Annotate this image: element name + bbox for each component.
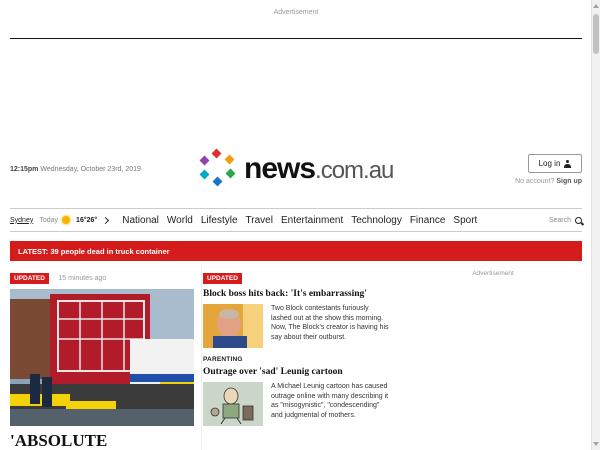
- breaking-news-banner[interactable]: LATEST: 39 people dead in truck containe…: [10, 241, 582, 261]
- logo-brand: news: [244, 152, 316, 185]
- scrollbar-thumb[interactable]: [593, 14, 599, 54]
- nav-item-national[interactable]: National: [122, 215, 159, 226]
- hero-story[interactable]: UPDATED 15 minutes ago 'ABSOLUTE TRAGEDY…: [10, 267, 194, 450]
- section-kicker[interactable]: PARENTING: [203, 356, 391, 363]
- cartoon-illustration: [203, 382, 263, 426]
- story-summary: Two Block contestants furiously lashed o…: [271, 305, 389, 341]
- top-ad-label: Advertisement: [273, 9, 319, 16]
- nav-item-finance[interactable]: Finance: [410, 215, 446, 226]
- login-button[interactable]: Log in: [528, 154, 582, 173]
- story-title[interactable]: Block boss hits back: 'It's embarrassing…: [203, 289, 391, 299]
- nav-item-entertainment[interactable]: Entertainment: [281, 215, 343, 226]
- main-nav: Sydney Today 16°26° National World Lifes…: [10, 208, 582, 232]
- hero-time-ago: 15 minutes ago: [58, 275, 107, 282]
- right-ad-label: Advertisement: [472, 270, 514, 277]
- story-item[interactable]: PARENTING Outrage over 'sad' Leunig cart…: [203, 356, 391, 426]
- updated-badge: UPDATED: [10, 273, 49, 284]
- nav-item-world[interactable]: World: [167, 215, 193, 226]
- login-label: Log in: [538, 159, 561, 168]
- story-photo-illustration: [203, 304, 263, 348]
- logo-wordmark: news.com.au: [244, 152, 394, 186]
- signup-link[interactable]: Sign up: [556, 178, 582, 185]
- story-body: Two Block contestants furiously lashed o…: [203, 304, 391, 348]
- sun-icon: [62, 216, 71, 224]
- nav-item-sport[interactable]: Sport: [453, 215, 477, 226]
- logo-tld: .com.au: [315, 157, 394, 184]
- nav-item-travel[interactable]: Travel: [246, 215, 273, 226]
- column-divider: [201, 267, 202, 450]
- story-item[interactable]: UPDATED Block boss hits back: 'It's emba…: [203, 267, 391, 348]
- hero-headline[interactable]: 'ABSOLUTE TRAGEDY':: [10, 432, 194, 450]
- search-label: Search: [548, 216, 571, 224]
- search-icon: [575, 216, 582, 224]
- hero-photo-illustration: [10, 289, 194, 426]
- story-summary: A Michael Leunig cartoon has caused outr…: [271, 383, 389, 419]
- current-date: Wednesday, October 23rd, 2019: [40, 166, 141, 173]
- story-title[interactable]: Outrage over 'sad' Leunig cartoon: [203, 367, 391, 377]
- nav-item-lifestyle[interactable]: Lifestyle: [201, 215, 238, 226]
- nav-item-technology[interactable]: Technology: [351, 215, 402, 226]
- top-divider: [10, 38, 582, 39]
- weather-today-label: Today: [39, 216, 59, 224]
- story-thumbnail[interactable]: [203, 382, 263, 426]
- story-thumbnail[interactable]: [203, 304, 263, 348]
- search-button[interactable]: Search: [548, 216, 582, 224]
- datetime: 12:15pm Wednesday, October 23rd, 2019: [10, 166, 141, 173]
- logo-dots-icon: [199, 148, 236, 187]
- scroll-up-icon[interactable]: [593, 4, 599, 8]
- chevron-right-icon[interactable]: [102, 216, 110, 224]
- hero-image[interactable]: [10, 289, 194, 426]
- weather-location[interactable]: Sydney: [10, 217, 33, 224]
- page-scrollbar[interactable]: [591, 0, 600, 450]
- no-account-text: No account? Sign up: [485, 178, 582, 185]
- story-body: A Michael Leunig cartoon has caused outr…: [203, 382, 391, 426]
- no-account-label: No account?: [515, 178, 555, 185]
- weather-temps: 16°26°: [76, 216, 98, 224]
- updated-badge: UPDATED: [203, 273, 242, 284]
- nav-links: National World Lifestyle Travel Entertai…: [122, 215, 477, 226]
- user-icon: [564, 159, 572, 168]
- scroll-down-icon[interactable]: [593, 442, 599, 446]
- site-logo[interactable]: news.com.au: [196, 148, 396, 192]
- story-list: UPDATED Block boss hits back: 'It's emba…: [203, 267, 391, 434]
- current-time: 12:15pm: [10, 166, 39, 173]
